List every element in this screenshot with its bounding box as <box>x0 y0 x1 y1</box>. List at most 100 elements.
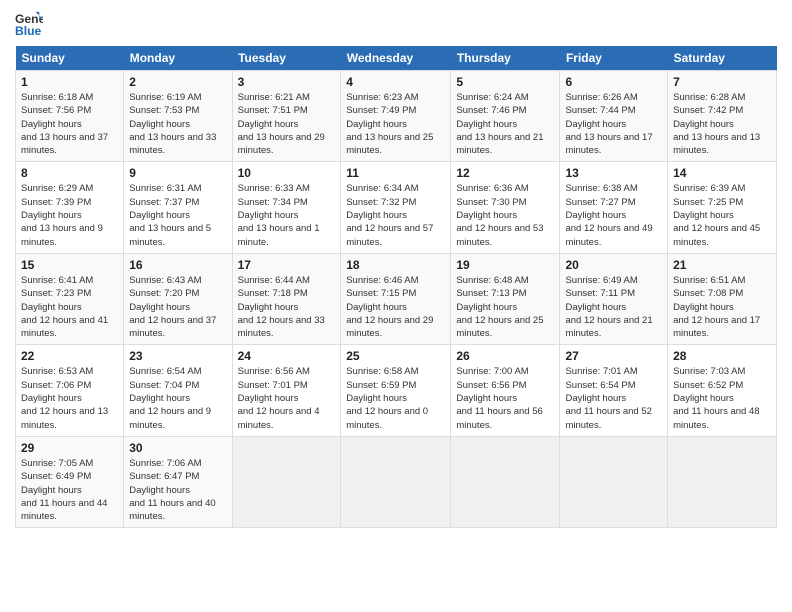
calendar-day-cell: 12 Sunrise: 6:36 AM Sunset: 7:30 PM Dayl… <box>451 162 560 253</box>
calendar-day-cell: 21 Sunrise: 6:51 AM Sunset: 7:08 PM Dayl… <box>668 253 777 344</box>
calendar-day-cell <box>341 436 451 527</box>
calendar-day-cell: 1 Sunrise: 6:18 AM Sunset: 7:56 PM Dayli… <box>16 71 124 162</box>
calendar-day-cell: 20 Sunrise: 6:49 AM Sunset: 7:11 PM Dayl… <box>560 253 668 344</box>
calendar-day-cell: 17 Sunrise: 6:44 AM Sunset: 7:18 PM Dayl… <box>232 253 341 344</box>
day-number: 9 <box>129 166 226 180</box>
calendar-day-cell: 24 Sunrise: 6:56 AM Sunset: 7:01 PM Dayl… <box>232 345 341 436</box>
calendar-day-cell: 19 Sunrise: 6:48 AM Sunset: 7:13 PM Dayl… <box>451 253 560 344</box>
day-number: 2 <box>129 75 226 89</box>
calendar-day-cell: 16 Sunrise: 6:43 AM Sunset: 7:20 PM Dayl… <box>124 253 232 344</box>
day-number: 12 <box>456 166 554 180</box>
calendar-week-row: 22 Sunrise: 6:53 AM Sunset: 7:06 PM Dayl… <box>16 345 777 436</box>
day-detail: Sunrise: 6:38 AM Sunset: 7:27 PM Dayligh… <box>565 182 662 248</box>
day-detail: Sunrise: 6:56 AM Sunset: 7:01 PM Dayligh… <box>238 365 336 431</box>
day-number: 21 <box>673 258 771 272</box>
calendar-day-cell <box>451 436 560 527</box>
calendar-day-cell: 8 Sunrise: 6:29 AM Sunset: 7:39 PM Dayli… <box>16 162 124 253</box>
calendar-week-row: 15 Sunrise: 6:41 AM Sunset: 7:23 PM Dayl… <box>16 253 777 344</box>
day-number: 16 <box>129 258 226 272</box>
day-number: 8 <box>21 166 118 180</box>
calendar-day-cell: 13 Sunrise: 6:38 AM Sunset: 7:27 PM Dayl… <box>560 162 668 253</box>
calendar-day-cell: 14 Sunrise: 6:39 AM Sunset: 7:25 PM Dayl… <box>668 162 777 253</box>
day-detail: Sunrise: 6:24 AM Sunset: 7:46 PM Dayligh… <box>456 91 554 157</box>
day-detail: Sunrise: 6:23 AM Sunset: 7:49 PM Dayligh… <box>346 91 445 157</box>
day-number: 7 <box>673 75 771 89</box>
calendar-container: General Blue SundayMondayTuesdayWednesda… <box>0 0 792 538</box>
calendar-day-cell <box>232 436 341 527</box>
calendar-day-cell: 5 Sunrise: 6:24 AM Sunset: 7:46 PM Dayli… <box>451 71 560 162</box>
calendar-day-cell <box>560 436 668 527</box>
calendar-day-cell: 4 Sunrise: 6:23 AM Sunset: 7:49 PM Dayli… <box>341 71 451 162</box>
day-number: 18 <box>346 258 445 272</box>
day-detail: Sunrise: 6:19 AM Sunset: 7:53 PM Dayligh… <box>129 91 226 157</box>
calendar-week-row: 1 Sunrise: 6:18 AM Sunset: 7:56 PM Dayli… <box>16 71 777 162</box>
weekday-header-cell: Monday <box>124 46 232 71</box>
day-detail: Sunrise: 6:33 AM Sunset: 7:34 PM Dayligh… <box>238 182 336 248</box>
calendar-header: General Blue <box>15 10 777 38</box>
day-number: 23 <box>129 349 226 363</box>
calendar-day-cell <box>668 436 777 527</box>
day-number: 25 <box>346 349 445 363</box>
day-detail: Sunrise: 6:29 AM Sunset: 7:39 PM Dayligh… <box>21 182 118 248</box>
calendar-day-cell: 25 Sunrise: 6:58 AM Sunset: 6:59 PM Dayl… <box>341 345 451 436</box>
day-number: 14 <box>673 166 771 180</box>
day-detail: Sunrise: 6:31 AM Sunset: 7:37 PM Dayligh… <box>129 182 226 248</box>
day-detail: Sunrise: 6:26 AM Sunset: 7:44 PM Dayligh… <box>565 91 662 157</box>
day-detail: Sunrise: 7:01 AM Sunset: 6:54 PM Dayligh… <box>565 365 662 431</box>
day-detail: Sunrise: 6:41 AM Sunset: 7:23 PM Dayligh… <box>21 274 118 340</box>
day-number: 27 <box>565 349 662 363</box>
day-detail: Sunrise: 6:28 AM Sunset: 7:42 PM Dayligh… <box>673 91 771 157</box>
calendar-day-cell: 29 Sunrise: 7:05 AM Sunset: 6:49 PM Dayl… <box>16 436 124 527</box>
calendar-day-cell: 26 Sunrise: 7:00 AM Sunset: 6:56 PM Dayl… <box>451 345 560 436</box>
day-detail: Sunrise: 7:05 AM Sunset: 6:49 PM Dayligh… <box>21 457 118 523</box>
day-number: 29 <box>21 441 118 455</box>
day-detail: Sunrise: 6:49 AM Sunset: 7:11 PM Dayligh… <box>565 274 662 340</box>
day-detail: Sunrise: 6:46 AM Sunset: 7:15 PM Dayligh… <box>346 274 445 340</box>
day-detail: Sunrise: 6:18 AM Sunset: 7:56 PM Dayligh… <box>21 91 118 157</box>
day-number: 17 <box>238 258 336 272</box>
day-detail: Sunrise: 6:53 AM Sunset: 7:06 PM Dayligh… <box>21 365 118 431</box>
calendar-day-cell: 2 Sunrise: 6:19 AM Sunset: 7:53 PM Dayli… <box>124 71 232 162</box>
day-detail: Sunrise: 6:36 AM Sunset: 7:30 PM Dayligh… <box>456 182 554 248</box>
calendar-day-cell: 30 Sunrise: 7:06 AM Sunset: 6:47 PM Dayl… <box>124 436 232 527</box>
day-number: 5 <box>456 75 554 89</box>
weekday-header-cell: Tuesday <box>232 46 341 71</box>
day-number: 1 <box>21 75 118 89</box>
day-detail: Sunrise: 6:51 AM Sunset: 7:08 PM Dayligh… <box>673 274 771 340</box>
calendar-day-cell: 15 Sunrise: 6:41 AM Sunset: 7:23 PM Dayl… <box>16 253 124 344</box>
calendar-day-cell: 27 Sunrise: 7:01 AM Sunset: 6:54 PM Dayl… <box>560 345 668 436</box>
day-detail: Sunrise: 6:58 AM Sunset: 6:59 PM Dayligh… <box>346 365 445 431</box>
day-detail: Sunrise: 7:03 AM Sunset: 6:52 PM Dayligh… <box>673 365 771 431</box>
calendar-day-cell: 18 Sunrise: 6:46 AM Sunset: 7:15 PM Dayl… <box>341 253 451 344</box>
day-number: 20 <box>565 258 662 272</box>
weekday-header-cell: Saturday <box>668 46 777 71</box>
day-detail: Sunrise: 7:00 AM Sunset: 6:56 PM Dayligh… <box>456 365 554 431</box>
day-number: 15 <box>21 258 118 272</box>
weekday-header-cell: Friday <box>560 46 668 71</box>
day-number: 11 <box>346 166 445 180</box>
weekday-header-cell: Wednesday <box>341 46 451 71</box>
day-number: 26 <box>456 349 554 363</box>
calendar-day-cell: 23 Sunrise: 6:54 AM Sunset: 7:04 PM Dayl… <box>124 345 232 436</box>
calendar-day-cell: 9 Sunrise: 6:31 AM Sunset: 7:37 PM Dayli… <box>124 162 232 253</box>
calendar-day-cell: 3 Sunrise: 6:21 AM Sunset: 7:51 PM Dayli… <box>232 71 341 162</box>
weekday-header-row: SundayMondayTuesdayWednesdayThursdayFrid… <box>16 46 777 71</box>
logo: General Blue <box>15 10 47 38</box>
weekday-header-cell: Sunday <box>16 46 124 71</box>
day-number: 30 <box>129 441 226 455</box>
day-detail: Sunrise: 6:34 AM Sunset: 7:32 PM Dayligh… <box>346 182 445 248</box>
day-number: 24 <box>238 349 336 363</box>
day-number: 22 <box>21 349 118 363</box>
day-number: 13 <box>565 166 662 180</box>
day-detail: Sunrise: 6:48 AM Sunset: 7:13 PM Dayligh… <box>456 274 554 340</box>
weekday-header-cell: Thursday <box>451 46 560 71</box>
calendar-day-cell: 10 Sunrise: 6:33 AM Sunset: 7:34 PM Dayl… <box>232 162 341 253</box>
day-number: 10 <box>238 166 336 180</box>
day-number: 6 <box>565 75 662 89</box>
svg-text:Blue: Blue <box>15 24 42 38</box>
calendar-day-cell: 28 Sunrise: 7:03 AM Sunset: 6:52 PM Dayl… <box>668 345 777 436</box>
logo-icon: General Blue <box>15 10 43 38</box>
day-detail: Sunrise: 7:06 AM Sunset: 6:47 PM Dayligh… <box>129 457 226 523</box>
calendar-day-cell: 11 Sunrise: 6:34 AM Sunset: 7:32 PM Dayl… <box>341 162 451 253</box>
calendar-day-cell: 6 Sunrise: 6:26 AM Sunset: 7:44 PM Dayli… <box>560 71 668 162</box>
